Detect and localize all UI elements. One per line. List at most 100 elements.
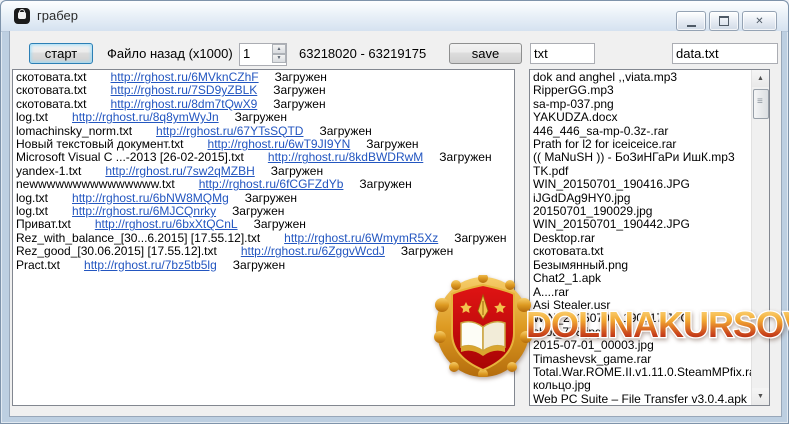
download-filename: log.txt	[16, 204, 48, 218]
scroll-down-button[interactable]: ▼	[752, 388, 769, 405]
download-row[interactable]: скотовата.txthttp://rghost.ru/7SD9yZBLKЗ…	[16, 84, 514, 97]
download-link[interactable]: http://rghost.ru/6bNW8MQMg	[72, 191, 229, 205]
download-row[interactable]: Pract.txthttp://rghost.ru/7bz5tb5lgЗагру…	[16, 259, 514, 272]
list-item[interactable]: dok and anghel ,,viata.mp3	[533, 71, 752, 84]
caption-buttons: ✕	[676, 11, 777, 31]
scroll-up-button[interactable]: ▲	[752, 70, 769, 87]
list-item[interactable]: 2015-07-01_00003.jpg	[533, 339, 752, 352]
download-link[interactable]: http://rghost.ru/67YTsSQTD	[156, 124, 303, 138]
download-link[interactable]: http://rghost.ru/6fCGFZdYb	[199, 177, 344, 191]
list-item[interactable]: WIN_20150701_190416.JPG	[533, 178, 752, 191]
list-item[interactable]: 446_446_sa-mp-0.3z-.rar	[533, 125, 752, 138]
titlebar[interactable]: грабер ✕	[1, 1, 788, 32]
minimize-icon	[687, 22, 696, 27]
files-panel[interactable]: dok and anghel ,,viata.mp3 RipperGG.mp3 …	[529, 69, 770, 406]
download-status: Загружен	[232, 204, 284, 218]
spinner-input[interactable]	[240, 44, 272, 63]
start-button[interactable]: старт	[29, 43, 93, 64]
minimize-button[interactable]	[676, 11, 706, 31]
files-scrollbar[interactable]: ▲ ▼	[751, 70, 769, 405]
download-link[interactable]: http://rghost.ru/7bz5tb5lg	[84, 258, 217, 272]
scroll-thumb[interactable]	[753, 89, 769, 119]
list-item[interactable]: sa-mp-037.png	[533, 98, 752, 111]
download-link[interactable]: http://rghost.ru/6MJCQnrky	[72, 204, 216, 218]
list-item[interactable]: 20150701_190029.jpg	[533, 205, 752, 218]
download-row[interactable]: log.txt http://rghost.ru/8q8ymWyJn Загруже…	[16, 111, 514, 124]
list-item[interactable]: Desktop.rar	[533, 232, 752, 245]
list-item[interactable]: WIN_20150701_190442.JPG	[533, 218, 752, 231]
download-row[interactable]: Rez_good_[30.06.2015] [17.55.12].txt http…	[16, 245, 514, 258]
download-filename: Rez_good_[30.06.2015] [17.55.12].txt	[16, 244, 217, 258]
download-link[interactable]: http://rghost.ru/6bxXtQCnL	[95, 217, 238, 231]
files-back-spinner[interactable]: ▲ ▼	[239, 43, 287, 66]
download-link[interactable]: http://rghost.ru/6wT9JI9YN	[208, 137, 351, 151]
download-row[interactable]: newwwwwwwwwwwwwww.txt http://rghost.ru/6f…	[16, 178, 514, 191]
download-link[interactable]: http://rghost.ru/7sw2qMZBH	[105, 164, 254, 178]
download-link[interactable]: http://rghost.ru/6WmymR5Xz	[284, 231, 438, 245]
files-list: dok and anghel ,,viata.mp3 RipperGG.mp3 …	[530, 70, 752, 406]
download-filename: скотовата.txt	[16, 97, 87, 111]
download-filename: log.txt	[16, 191, 48, 205]
download-row[interactable]: log.txt http://rghost.ru/6bNW8MQMg Загруже…	[16, 192, 514, 205]
list-item[interactable]: shot_778.jpg	[533, 326, 752, 339]
download-status: Загружен	[366, 137, 418, 151]
files-back-label: Файло назад (x1000)	[107, 46, 233, 61]
list-item[interactable]: Total.War.ROME.II.v1.11.0.SteamMPfix.rar	[533, 366, 752, 379]
download-link[interactable]: http://rghost.ru/8q8ymWyJn	[72, 110, 219, 124]
download-filename: yandex-1.txt	[16, 164, 81, 178]
extension-input[interactable]	[530, 43, 595, 64]
download-row[interactable]: log.txt http://rghost.ru/6MJCQnrky Загруже…	[16, 205, 514, 218]
list-item[interactable]: кольцо.jpg	[533, 379, 752, 392]
download-row[interactable]: Приват.txt http://rghost.ru/6bxXtQCnL Загр…	[16, 218, 514, 231]
download-link[interactable]: http://rghost.ru/8kdBWDRwM	[268, 150, 423, 164]
list-item[interactable]: YAKUDZA.docx	[533, 111, 752, 124]
list-item[interactable]: RipperGG.mp3	[533, 84, 752, 97]
id-range-label: 63218020 - 63219175	[299, 46, 426, 61]
list-item[interactable]: A....rar	[533, 286, 752, 299]
download-status: Загружен	[254, 217, 306, 231]
download-filename: newwwwwwwwwwwwwww.txt	[16, 177, 175, 191]
download-row[interactable]: lomachinsky_norm.txthttp://rghost.ru/67Y…	[16, 125, 514, 138]
list-item[interactable]: Web PC Suite – File Transfer v3.0.4.apk	[533, 393, 752, 406]
download-status: Загружен	[235, 110, 287, 124]
download-status: Загружен	[454, 231, 506, 245]
list-item[interactable]: (( MaNuSH )) - БоЗиНГаРи ИшК.mp3	[533, 151, 752, 164]
download-row[interactable]: yandex-1.txt http://rghost.ru/7sw2qMZBH За…	[16, 165, 514, 178]
list-item[interactable]: Timashevsk_game.rar	[533, 353, 752, 366]
maximize-button[interactable]	[709, 11, 739, 31]
list-item[interactable]: iJGdDAg9HY0.jpg	[533, 192, 752, 205]
download-row[interactable]: скотовата.txthttp://rghost.ru/6MVknCZhFЗ…	[16, 71, 514, 84]
download-status: Загружен	[271, 164, 323, 178]
save-button[interactable]: save	[449, 43, 522, 64]
download-status: Загружен	[359, 177, 411, 191]
download-status: Загружен	[245, 191, 297, 205]
spinner-down-button[interactable]: ▼	[272, 54, 286, 64]
download-row[interactable]: Новый текстовый документ.txthttp://rghos…	[16, 138, 514, 151]
download-filename: log.txt	[16, 110, 48, 124]
download-row[interactable]: Rez_with_balance_[30...6.2015] [17.55.12…	[16, 232, 514, 245]
spinner-up-button[interactable]: ▲	[272, 44, 286, 54]
close-button[interactable]: ✕	[742, 11, 777, 31]
list-item[interactable]: Безымянный.png	[533, 259, 752, 272]
list-item[interactable]: скотовата.txt	[533, 245, 752, 258]
list-item[interactable]: Prath for l2 for iceiceice.rar	[533, 138, 752, 151]
downloads-panel[interactable]: скотовата.txt http://rghost.ru/6MVknCZhF З…	[12, 69, 515, 406]
list-item[interactable]: Chat2_1.apk	[533, 272, 752, 285]
download-row[interactable]: Microsoft Visual C ...-2013 [26-02-2015]…	[16, 151, 514, 164]
download-status: Загружен	[273, 83, 325, 97]
download-link[interactable]: http://rghost.ru/7SD9yZBLK	[111, 83, 258, 97]
download-status: Загружен	[273, 97, 325, 111]
download-row[interactable]: скотовата.txt http://rghost.ru/8dm7tQwX9 З…	[16, 98, 514, 111]
download-filename: Приват.txt	[16, 217, 71, 231]
download-status: Загружен	[401, 244, 453, 258]
list-item[interactable]: Asi Stealer.usr	[533, 299, 752, 312]
download-link[interactable]: http://rghost.ru/6MVknCZhF	[111, 70, 259, 84]
list-item[interactable]: TK.pdf	[533, 165, 752, 178]
download-filename: Microsoft Visual C ...-2013 [26-02-2015]…	[16, 150, 244, 164]
list-item[interactable]: WIN_20150701_190517.JPG	[533, 312, 752, 325]
maximize-icon	[719, 16, 729, 26]
download-link[interactable]: http://rghost.ru/6ZggvWcdJ	[241, 244, 385, 258]
filename-input[interactable]	[672, 43, 778, 64]
app-icon	[14, 8, 30, 24]
download-link[interactable]: http://rghost.ru/8dm7tQwX9	[111, 97, 258, 111]
